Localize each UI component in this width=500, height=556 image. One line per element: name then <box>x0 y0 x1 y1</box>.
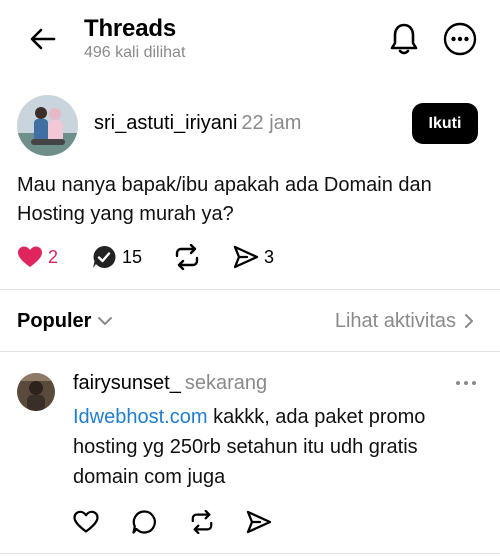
reply-timestamp: sekarang <box>184 372 268 394</box>
back-arrow-icon[interactable] <box>28 24 58 54</box>
avatar[interactable] <box>17 373 55 411</box>
send-icon <box>233 245 259 269</box>
more-options-icon[interactable] <box>443 22 477 56</box>
top-bar: Threads 496 kali dilihat <box>0 0 500 80</box>
share-count: 3 <box>264 246 275 267</box>
reply-action[interactable]: 15 <box>91 242 142 272</box>
more-options-icon[interactable] <box>452 372 480 394</box>
heart-icon[interactable] <box>72 508 100 536</box>
post-body: Mau nanya bapak/ibu apakah ada Domain da… <box>17 174 432 225</box>
like-count: 2 <box>48 246 59 267</box>
view-count: 496 kali dilihat <box>84 44 186 61</box>
repost-icon <box>175 244 199 270</box>
reply-author: fairysunset_ sekarang <box>73 372 267 395</box>
divider <box>0 553 500 554</box>
post-actions: 2 15 3 <box>0 242 500 272</box>
page-title: Threads <box>84 15 176 42</box>
reply-body: Idwebhost.com kakkk, ada paket promo hos… <box>73 402 483 492</box>
share-action[interactable]: 3 <box>233 242 274 272</box>
repost-action[interactable] <box>173 242 201 272</box>
heart-filled-icon <box>18 246 42 267</box>
divider <box>0 289 500 290</box>
reply-count: 15 <box>122 246 143 267</box>
reply-actions <box>0 508 500 536</box>
bell-icon[interactable] <box>386 20 422 58</box>
sort-bar: Populer Lihat aktivitas <box>0 306 500 336</box>
chevron-right-icon <box>465 314 473 328</box>
post-author: sri_astuti_iriyani 22 jam <box>94 112 301 135</box>
reply-link[interactable]: Idwebhost.com <box>73 406 208 428</box>
comment-icon[interactable] <box>130 508 158 536</box>
follow-button[interactable]: Ikuti <box>412 103 478 144</box>
repost-icon[interactable] <box>188 508 216 536</box>
post-timestamp: 22 jam <box>241 112 302 134</box>
sort-dropdown[interactable]: Populer <box>17 306 114 336</box>
post-username[interactable]: sri_astuti_iriyani <box>94 112 237 134</box>
send-icon[interactable] <box>245 508 273 536</box>
view-activity-link[interactable]: Lihat aktivitas <box>335 306 476 336</box>
sort-label: Populer <box>17 309 92 332</box>
divider <box>0 351 500 352</box>
like-action[interactable]: 2 <box>17 242 58 272</box>
view-activity-label: Lihat aktivitas <box>334 309 456 332</box>
reply-username[interactable]: fairysunset_ <box>73 372 181 394</box>
comment-filled-icon <box>93 245 116 268</box>
avatar[interactable] <box>17 95 78 156</box>
chevron-down-icon <box>98 317 113 325</box>
